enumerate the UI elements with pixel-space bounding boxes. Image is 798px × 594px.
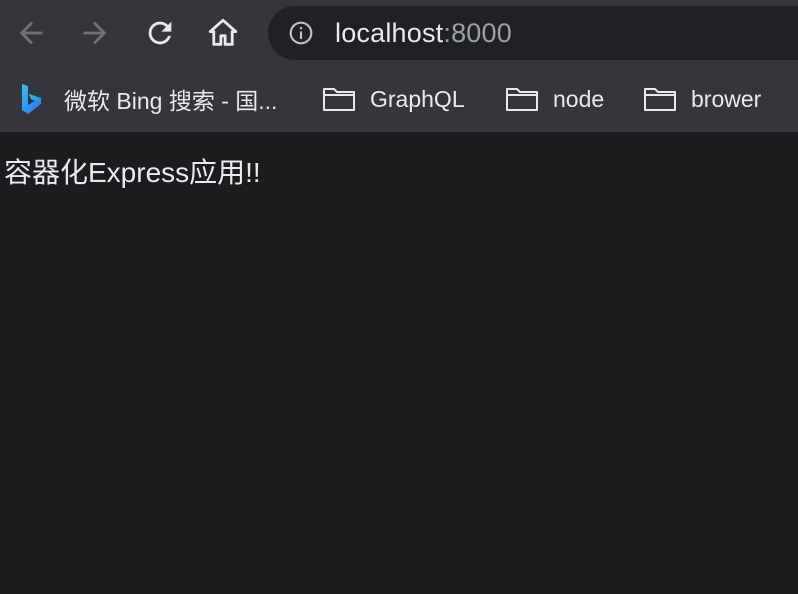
- bookmarks-bar: 微软 Bing 搜索 - 国... GraphQL node brower: [0, 66, 798, 133]
- bing-logo-icon: [22, 84, 41, 114]
- home-icon: [208, 18, 238, 46]
- info-icon[interactable]: [288, 20, 314, 46]
- folder-icon: [506, 88, 538, 111]
- forward-button[interactable]: [75, 13, 115, 53]
- arrow-right-icon: [83, 21, 107, 45]
- url-host: localhost: [335, 18, 444, 48]
- bookmark-label: node: [553, 85, 605, 112]
- bookmark-folder-node[interactable]: node: [505, 66, 604, 132]
- bookmark-label: 微软 Bing 搜索 - 国...: [64, 88, 278, 114]
- address-bar[interactable]: localhost:8000: [268, 6, 798, 60]
- folder-icon: [323, 88, 355, 111]
- folder-icon: [644, 88, 676, 111]
- bookmark-label: GraphQL: [370, 85, 465, 112]
- reload-icon: [148, 21, 172, 45]
- reload-button[interactable]: [140, 13, 180, 53]
- url-text: localhost:8000: [335, 18, 512, 48]
- arrow-left-icon: [19, 21, 43, 45]
- url-port: :8000: [443, 18, 512, 48]
- back-button[interactable]: [11, 13, 51, 53]
- bookmark-bing[interactable]: 微软 Bing 搜索 - 国...: [20, 66, 277, 132]
- bookmark-label: brower: [691, 85, 762, 112]
- bookmark-folder-brower[interactable]: brower: [643, 66, 761, 132]
- home-button[interactable]: [203, 13, 243, 53]
- browser-toolbar: localhost:8000: [0, 0, 798, 66]
- page-body-text: 容器化Express应用!!: [4, 157, 261, 188]
- bookmark-folder-graphql[interactable]: GraphQL: [322, 66, 465, 132]
